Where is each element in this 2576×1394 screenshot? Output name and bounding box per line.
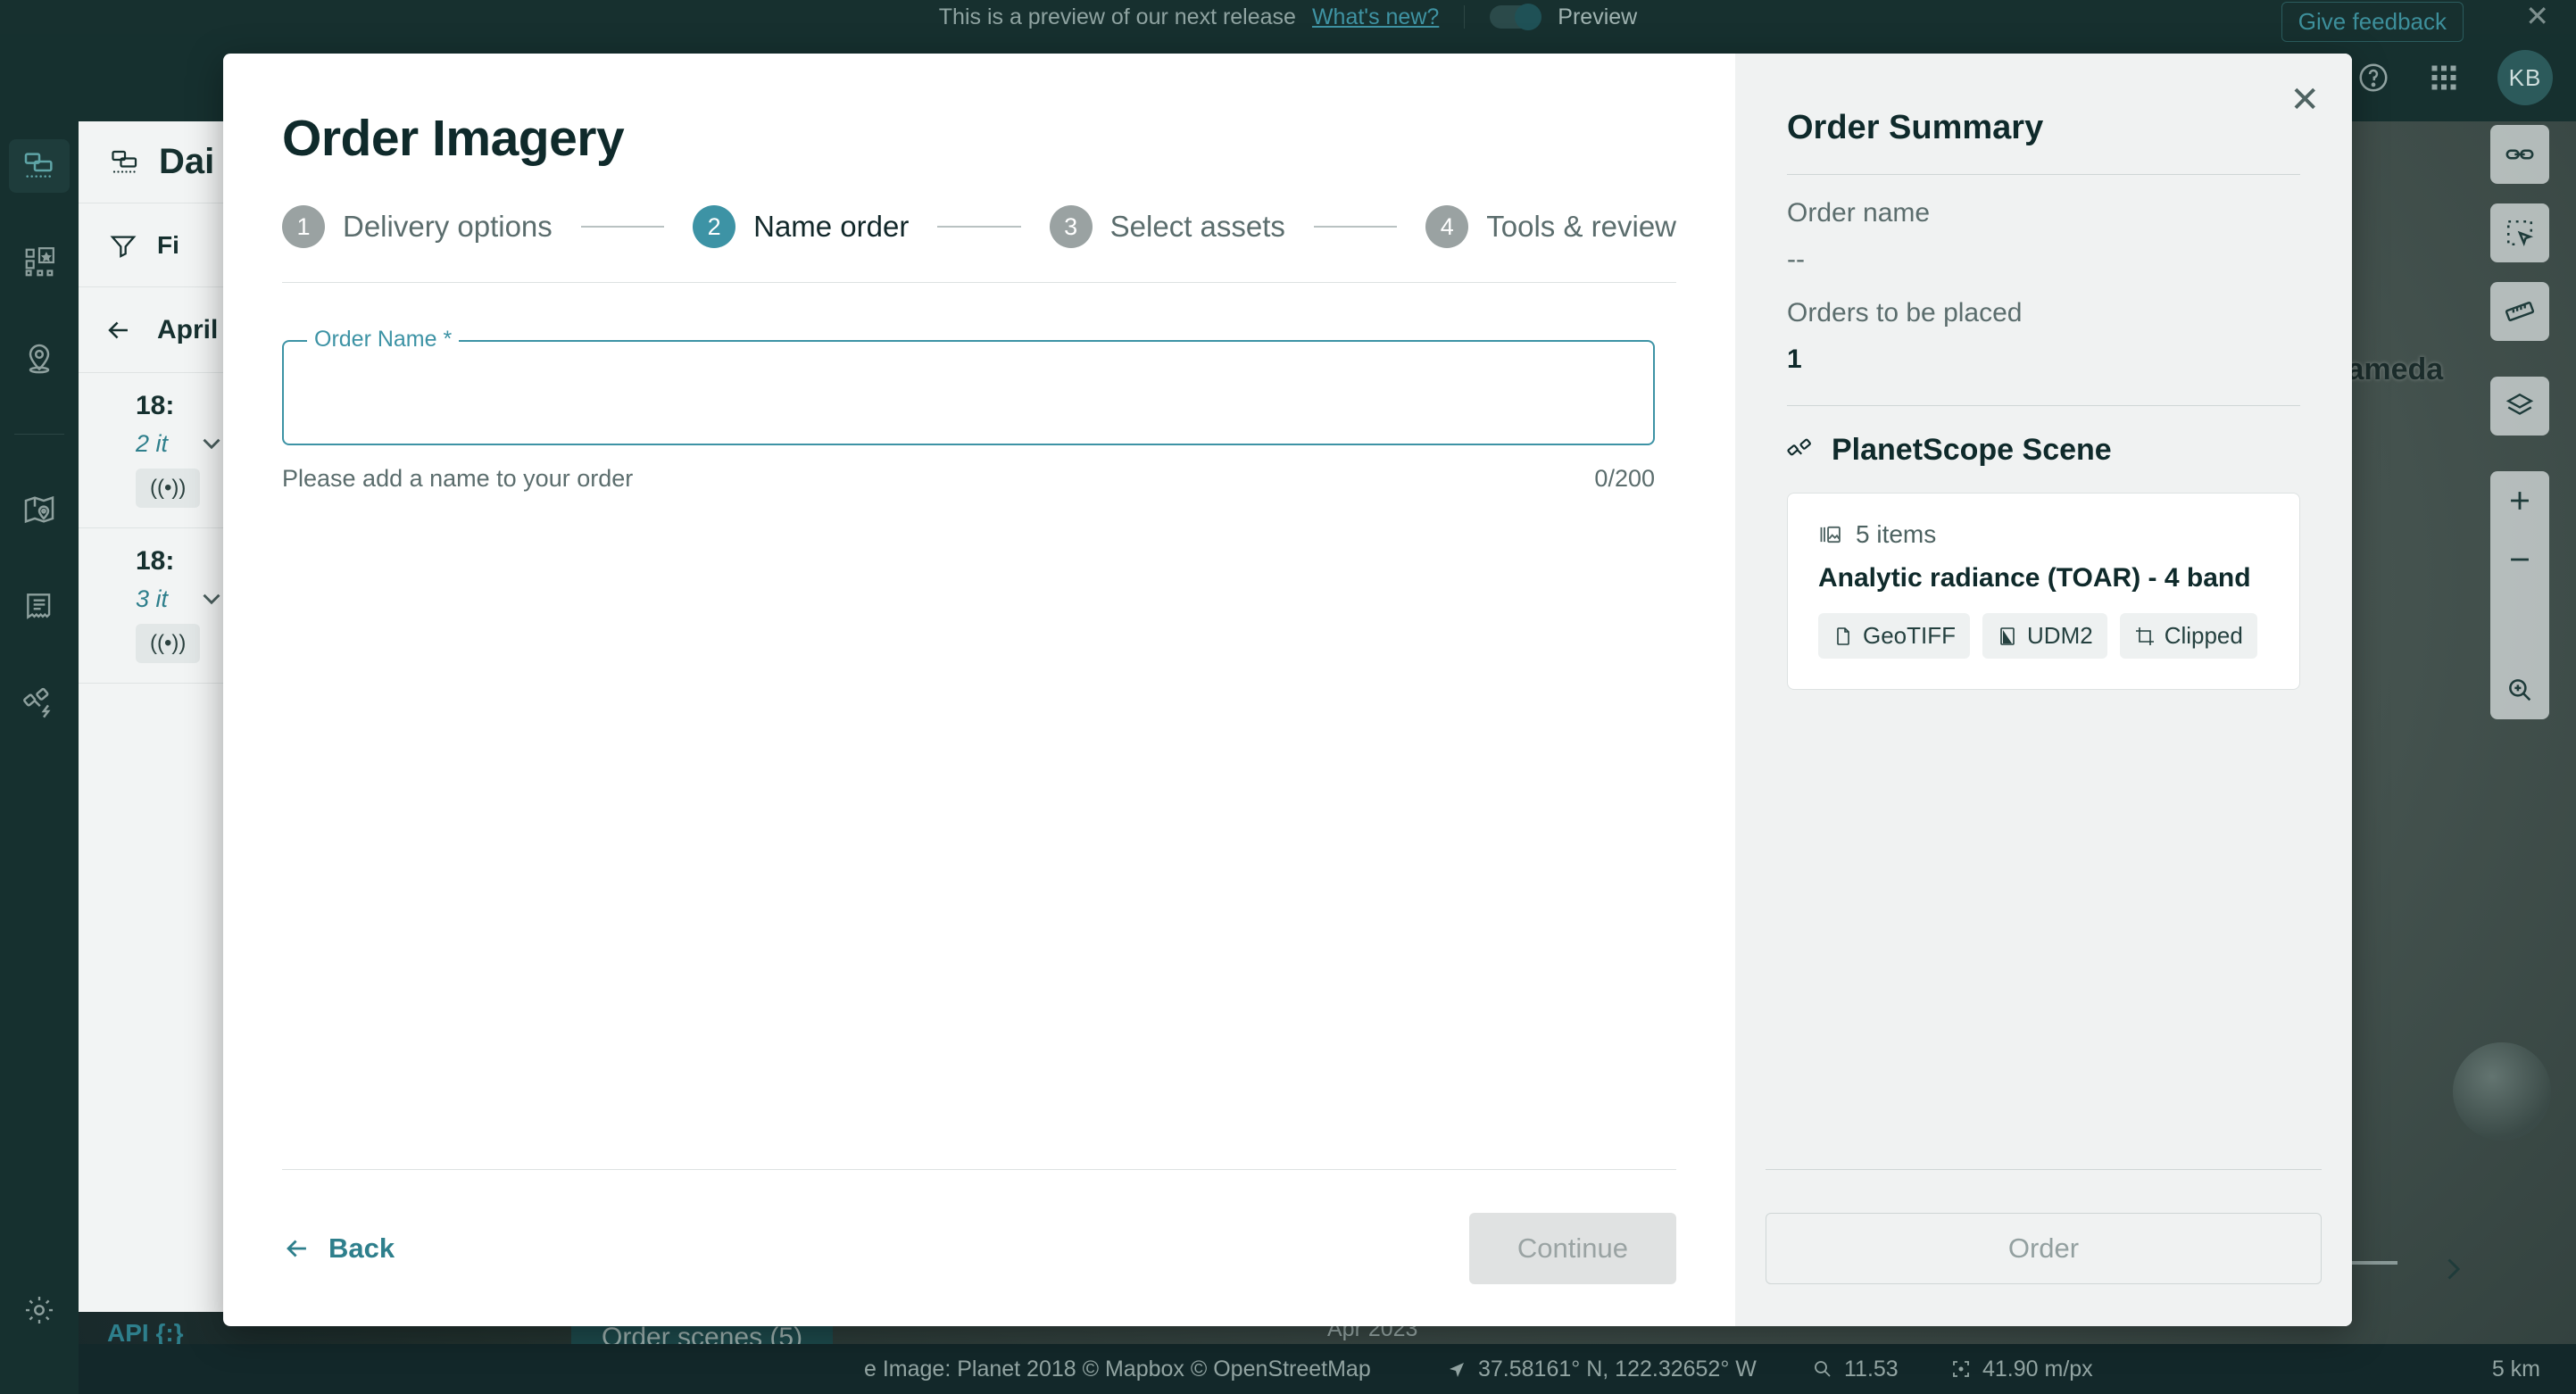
modal-main-panel: Order Imagery 1 Delivery options 2 Name …: [223, 54, 1735, 1326]
step-number: 4: [1425, 205, 1469, 248]
product-title: PlanetScope Scene: [1832, 433, 2112, 467]
step-tools-review[interactable]: 4 Tools & review: [1425, 205, 1676, 248]
step-connector: [580, 226, 665, 228]
product-card[interactable]: 5 items Analytic radiance (TOAR) - 4 ban…: [1787, 493, 2300, 690]
step-number: 1: [282, 205, 325, 248]
step-connector: [937, 226, 1021, 228]
crop-icon: [2134, 626, 2156, 647]
modal-footer: Back Continue: [282, 1169, 1676, 1326]
orders-count-value: 1: [1787, 344, 1802, 374]
order-summary-panel: Order Summary Order name -- Orders to be…: [1735, 54, 2352, 1326]
chip-udm2: UDM2: [1982, 613, 2107, 659]
step-delivery-options[interactable]: 1 Delivery options: [282, 205, 553, 248]
order-name-field[interactable]: Order Name *: [282, 327, 1655, 445]
order-imagery-modal: Order Imagery 1 Delivery options 2 Name …: [223, 54, 2352, 1326]
step-label: Name order: [753, 210, 910, 243]
mask-icon: [1997, 626, 2018, 647]
order-name-helper-text: Please add a name to your order: [282, 465, 634, 492]
order-name-label: Order Name *: [307, 327, 460, 353]
order-name-summary-label: Order name: [1787, 198, 1931, 228]
chip-clipped: Clipped: [2119, 613, 2257, 659]
step-number: 3: [1049, 205, 1093, 248]
step-label: Tools & review: [1486, 210, 1677, 243]
step-number: 2: [693, 205, 736, 248]
order-name-field-group: Order Name * Please add a name to your o…: [282, 327, 1676, 493]
product-asset-title: Analytic radiance (TOAR) - 4 band: [1818, 563, 2251, 593]
order-name-helper-row: Please add a name to your order 0/200: [282, 465, 1655, 493]
modal-title: Order Imagery: [282, 110, 625, 167]
product-heading: PlanetScope Scene: [1787, 433, 2300, 468]
step-name-order[interactable]: 2 Name order: [693, 205, 909, 248]
modal-overlay: Order Imagery 1 Delivery options 2 Name …: [0, 0, 2576, 1394]
divider: [1787, 174, 2300, 175]
satellite-icon: [1787, 436, 1816, 465]
order-name-char-counter: 0/200: [1594, 465, 1655, 492]
continue-button[interactable]: Continue: [1468, 1212, 1676, 1284]
chip-geotiff: GeoTIFF: [1818, 613, 1971, 659]
step-label: Select assets: [1109, 210, 1285, 243]
arrow-left-icon: [282, 1233, 312, 1264]
chip-label: UDM2: [2027, 622, 2093, 649]
file-icon: [1832, 626, 1854, 647]
step-select-assets[interactable]: 3 Select assets: [1049, 205, 1285, 248]
order-button[interactable]: Order: [1766, 1212, 2322, 1284]
modal-close-icon[interactable]: ✕: [2289, 82, 2320, 118]
back-button[interactable]: Back: [282, 1232, 395, 1265]
chip-label: Clipped: [2164, 622, 2243, 649]
product-items-row: 5 items: [1818, 520, 2269, 549]
stepper: 1 Delivery options 2 Name order 3 Select…: [282, 205, 1676, 248]
order-summary-title: Order Summary: [1787, 109, 2044, 146]
product-chips: GeoTIFF UDM2 Clipped: [1818, 613, 2269, 659]
orders-count-label: Orders to be placed: [1787, 298, 2023, 328]
order-summary-footer: Order: [1766, 1169, 2322, 1326]
divider: [1787, 405, 2300, 406]
chip-label: GeoTIFF: [1863, 622, 1957, 649]
divider: [282, 282, 1676, 283]
image-strip-icon: [1818, 522, 1843, 547]
back-button-label: Back: [328, 1232, 395, 1264]
step-label: Delivery options: [343, 210, 553, 243]
order-name-summary-value: --: [1787, 245, 1805, 274]
product-items-count: 5 items: [1856, 520, 1937, 548]
step-connector: [1313, 226, 1398, 228]
order-name-input[interactable]: [284, 342, 1653, 444]
